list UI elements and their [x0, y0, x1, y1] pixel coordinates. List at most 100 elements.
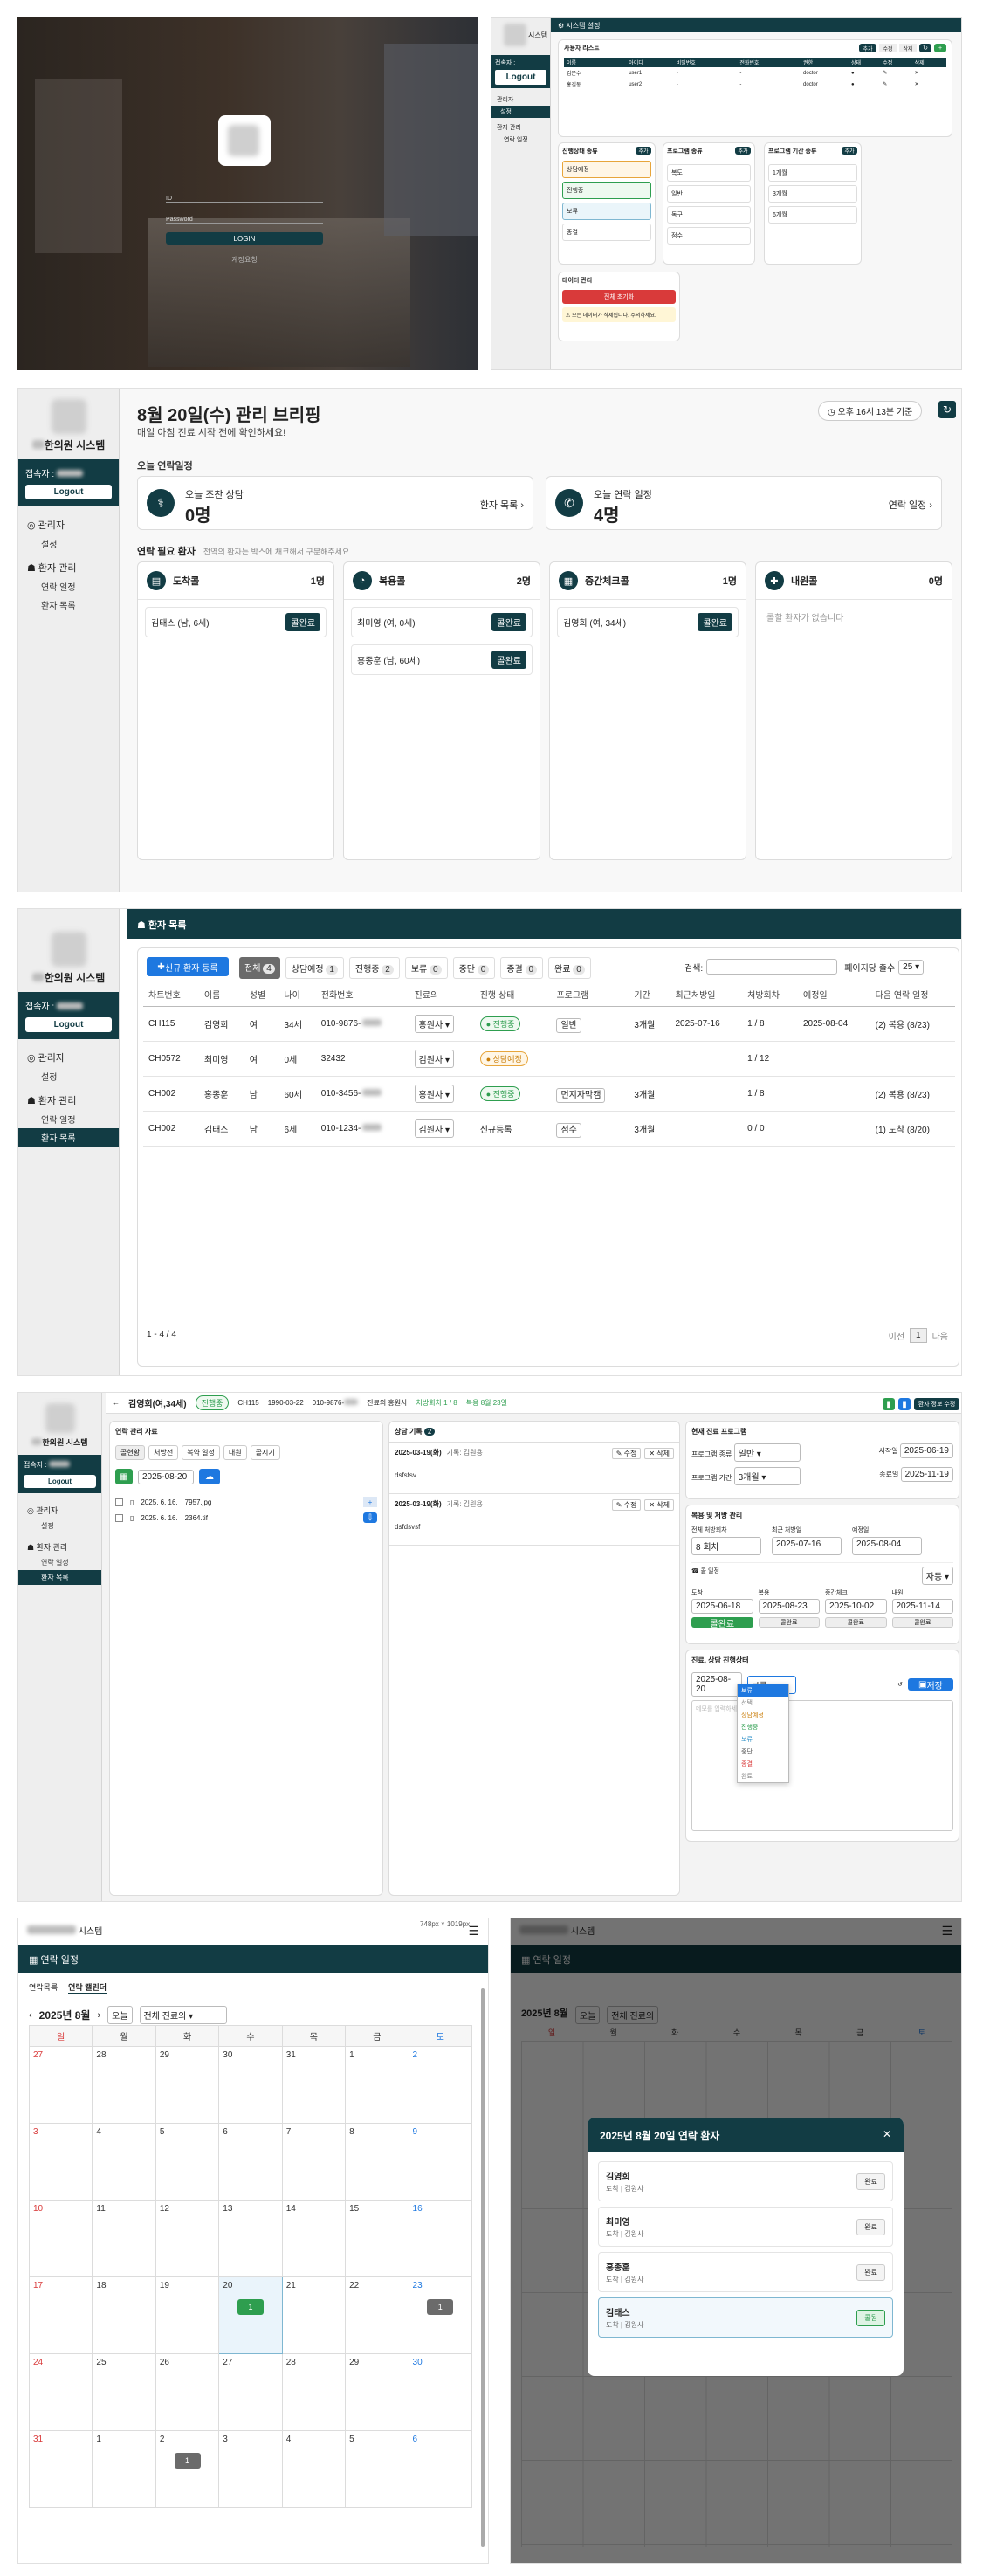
- cal-day[interactable]: 26: [155, 2353, 220, 2431]
- today-consult-card[interactable]: ⚕ 오늘 조찬 상담 0명 환자 목록 ›: [137, 476, 533, 530]
- reset-icon[interactable]: ↺: [897, 1681, 903, 1688]
- state-option[interactable]: 종결: [738, 1758, 788, 1770]
- doctor-select[interactable]: 김원사 ▾: [414, 1119, 454, 1138]
- dash-nav-admin[interactable]: ◎ 관리자: [27, 515, 110, 534]
- call-slot-done-button[interactable]: 콜완료: [758, 1617, 820, 1628]
- cal-day[interactable]: 18: [92, 2276, 156, 2354]
- login-button[interactable]: LOGIN: [166, 232, 323, 245]
- id-field[interactable]: ID: [166, 190, 323, 203]
- patient-table-col-header[interactable]: 성별: [244, 983, 279, 1007]
- edit-patient-button[interactable]: 환자 정보 수정: [914, 1398, 959, 1410]
- reset-all-button[interactable]: 전체 초기화: [562, 290, 676, 304]
- plist-nav-list[interactable]: 환자 목록: [18, 1128, 119, 1147]
- patient-table-col-header[interactable]: 전화번호: [315, 983, 409, 1007]
- detail-logout-button[interactable]: Logout: [24, 1475, 96, 1488]
- cal-event-badge[interactable]: 1: [174, 2453, 201, 2469]
- cal-day[interactable]: 13: [218, 2200, 283, 2277]
- call-slot-date[interactable]: 2025-11-14: [891, 1599, 953, 1614]
- cal-day[interactable]: 21: [281, 2276, 347, 2354]
- prev-page-button[interactable]: 이전: [889, 1329, 904, 1342]
- patient-table-col-header[interactable]: 진행 상태: [474, 983, 552, 1007]
- cal-day[interactable]: 17: [28, 2276, 93, 2354]
- cal-day[interactable]: 29: [345, 2353, 409, 2431]
- patient-table-col-header[interactable]: 처방회차: [742, 983, 798, 1007]
- file-download-button[interactable]: ⇩: [363, 1512, 377, 1523]
- plist-nav-contacts[interactable]: 연락 일정: [27, 1110, 110, 1128]
- cal-day[interactable]: 10: [28, 2200, 93, 2277]
- call-done-button[interactable]: 콜완료: [492, 613, 526, 631]
- status-filter-button[interactable]: 진행중 2: [348, 957, 400, 979]
- cal-day[interactable]: 25: [92, 2353, 156, 2431]
- plist-logout-button[interactable]: Logout: [25, 1017, 112, 1032]
- period-item[interactable]: 3개월: [768, 185, 857, 203]
- rx-total-input[interactable]: 8 회차: [691, 1537, 761, 1555]
- period-add-button[interactable]: 추가: [842, 147, 857, 155]
- detail-blue-button[interactable]: ▮: [898, 1398, 911, 1410]
- page-1-button[interactable]: 1: [910, 1328, 927, 1343]
- admin-nav-settings[interactable]: 설정: [492, 106, 550, 118]
- program-item[interactable]: 점수: [667, 227, 751, 245]
- plist-nav-settings[interactable]: 설정: [27, 1067, 110, 1085]
- detail-green-button[interactable]: ▮: [883, 1398, 895, 1410]
- cal-day[interactable]: 22: [345, 2276, 409, 2354]
- detail-nav-list[interactable]: 환자 목록: [18, 1570, 101, 1585]
- page-size-select[interactable]: 25 ▾: [898, 959, 925, 975]
- today-contact-link[interactable]: 연락 일정 ›: [889, 498, 932, 512]
- cal-day[interactable]: 30: [408, 2353, 473, 2431]
- status-item[interactable]: 상담예정: [562, 161, 651, 178]
- patient-table-col-header[interactable]: 차트번호: [143, 983, 199, 1007]
- call-slot-date[interactable]: 2025-08-23: [758, 1599, 820, 1614]
- rx-recent-input[interactable]: 2025-07-16: [772, 1537, 842, 1555]
- pencil-icon[interactable]: ✎: [883, 79, 914, 90]
- admin-nav-patient[interactable]: 환자 관리: [497, 118, 545, 134]
- request-account-link[interactable]: 계정요청: [166, 255, 323, 265]
- detail-nav-settings[interactable]: 설정: [27, 1519, 93, 1533]
- call-slot-date[interactable]: 2025-10-02: [825, 1599, 887, 1614]
- state-option[interactable]: 선택: [738, 1697, 788, 1709]
- dash-nav-settings[interactable]: 설정: [27, 534, 110, 553]
- patient-table-col-header[interactable]: 이름: [198, 983, 244, 1007]
- today-consult-link[interactable]: 환자 목록 ›: [480, 498, 524, 512]
- status-item[interactable]: 진행중: [562, 182, 651, 199]
- tab-contact-list[interactable]: 연락목록: [29, 1981, 58, 1994]
- cal-day[interactable]: 4: [92, 2123, 156, 2201]
- dash-nav-contacts[interactable]: 연락 일정: [27, 577, 110, 596]
- add-user-icon[interactable]: +: [934, 44, 946, 52]
- detail-nav-admin[interactable]: ◎ 관리자: [27, 1502, 93, 1519]
- status-filter-button[interactable]: 전체 4: [239, 957, 280, 979]
- doctor-select[interactable]: 김원사 ▾: [414, 1049, 454, 1068]
- today-contact-card[interactable]: ✆ 오늘 연락 일정 4명 연락 일정 ›: [546, 476, 942, 530]
- detail-tab[interactable]: 처방전: [148, 1445, 179, 1460]
- call-slot-done-button[interactable]: 콜완료: [825, 1617, 887, 1628]
- close-icon[interactable]: ✕: [883, 2128, 891, 2142]
- program-item[interactable]: 독구: [667, 206, 751, 224]
- cal-day[interactable]: 5: [345, 2430, 409, 2508]
- cal-day[interactable]: 24: [28, 2353, 93, 2431]
- cal-day[interactable]: 6: [218, 2123, 283, 2201]
- program-item[interactable]: 일반: [667, 185, 751, 203]
- pencil-icon[interactable]: ✎: [883, 67, 914, 79]
- doctor-filter-select[interactable]: 전체 진료의 ▾: [139, 2006, 227, 2024]
- admin-nav-admin[interactable]: 관리자: [497, 93, 545, 106]
- status-filter-button[interactable]: 상담예정 1: [285, 957, 344, 979]
- patient-table-col-header[interactable]: 프로그램: [551, 983, 629, 1007]
- cal-day[interactable]: 3: [28, 2123, 93, 2201]
- cal-day[interactable]: 16: [408, 2200, 473, 2277]
- status-item[interactable]: 보류: [562, 203, 651, 220]
- state-option[interactable]: 보류: [738, 1733, 788, 1746]
- patient-table-col-header[interactable]: 다음 연락 일정: [870, 983, 955, 1007]
- program-start-input[interactable]: 2025-06-19: [899, 1443, 953, 1458]
- doctor-select[interactable]: 홍원사 ▾: [414, 1014, 454, 1033]
- state-date-input[interactable]: 2025-08-20: [691, 1672, 742, 1697]
- detail-nav-patient[interactable]: ☗ 환자 관리: [27, 1539, 93, 1555]
- state-save-button[interactable]: ▣ 저장: [907, 1678, 953, 1691]
- user-status-toggle[interactable]: ●: [851, 79, 883, 90]
- trash-icon[interactable]: ✕: [915, 79, 946, 90]
- modal-patient-button[interactable]: 완료: [856, 2173, 885, 2190]
- today-button[interactable]: 오늘: [107, 2006, 133, 2024]
- user-edit-button[interactable]: 수정: [879, 44, 897, 52]
- patient-row[interactable]: CH002 김태스 남 6세 010-1234- 김원사 ▾ 신규등록 점수 3개월 0 / 0 (…: [143, 1111, 955, 1147]
- cal-day[interactable]: 7: [281, 2123, 347, 2201]
- patient-row[interactable]: CH0572 최미영 여 0세 32432 김원사 ▾ ● 상담예정 1 / 12: [143, 1041, 955, 1077]
- upload-icon[interactable]: ☁: [199, 1469, 220, 1484]
